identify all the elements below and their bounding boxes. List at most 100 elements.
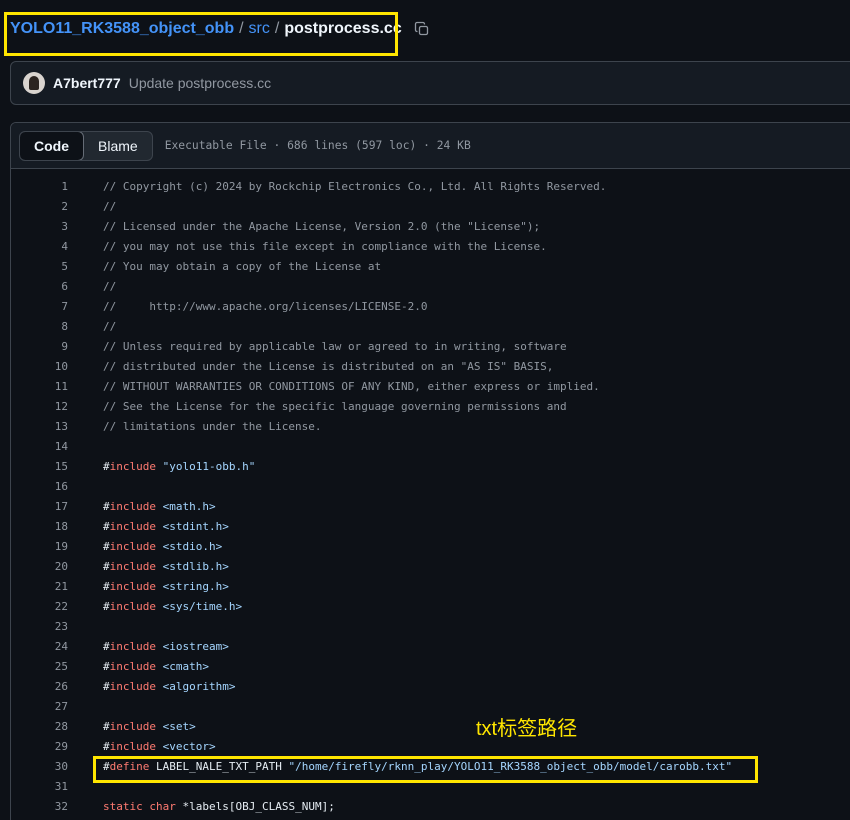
line-number[interactable]: 19 (11, 537, 68, 557)
code-line: 28 #include <set> (11, 717, 850, 737)
code-line: 19 #include <stdio.h> (11, 537, 850, 557)
line-number[interactable]: 11 (11, 377, 68, 397)
line-source: // (103, 197, 116, 217)
code-line: 18 #include <stdint.h> (11, 517, 850, 537)
code-line: 17 #include <math.h> (11, 497, 850, 517)
code-token: // Licensed under the Apache License, Ve… (103, 220, 541, 233)
code-line: 3 // Licensed under the Apache License, V… (11, 217, 850, 237)
line-number[interactable]: 28 (11, 717, 68, 737)
code-token: // distributed under the License is dist… (103, 360, 554, 373)
code-line: 7 // http://www.apache.org/licenses/LICEN… (11, 297, 850, 317)
code-token: // Unless required by applicable law or … (103, 340, 567, 353)
line-number[interactable]: 16 (11, 477, 68, 497)
line-source: #include <iostream> (103, 637, 229, 657)
code-token: # (103, 720, 110, 733)
code-token: # (103, 580, 110, 593)
code-line: 8 // (11, 317, 850, 337)
line-source: // You may obtain a copy of the License … (103, 257, 381, 277)
line-number[interactable]: 14 (11, 437, 68, 457)
code-line: 9 // Unless required by applicable law or… (11, 337, 850, 357)
code-token: <string.h> (162, 580, 229, 593)
code-token: char (149, 800, 176, 813)
avatar[interactable] (23, 72, 45, 94)
code-line: 25 #include <cmath> (11, 657, 850, 677)
line-number[interactable]: 17 (11, 497, 68, 517)
line-number[interactable]: 13 (11, 417, 68, 437)
commit-author-link[interactable]: A7bert777 (53, 75, 121, 91)
code-token: include (109, 660, 156, 673)
code-line: 11 // WITHOUT WARRANTIES OR CONDITIONS OF… (11, 377, 850, 397)
line-source: #include <stdint.h> (103, 517, 229, 537)
code-token: <math.h> (162, 500, 216, 513)
line-number[interactable]: 5 (11, 257, 68, 277)
line-number[interactable]: 15 (11, 457, 68, 477)
line-source: #include <set> (103, 717, 196, 737)
line-number[interactable]: 10 (11, 357, 68, 377)
line-number[interactable]: 27 (11, 697, 68, 717)
code-token: // Copyright (c) 2024 by Rockchip Electr… (103, 180, 607, 193)
code-token: // See the License for the specific lang… (103, 400, 567, 413)
line-source: #include <stdio.h> (103, 537, 222, 557)
line-number[interactable]: 1 (11, 177, 68, 197)
line-number[interactable]: 7 (11, 297, 68, 317)
line-number[interactable]: 25 (11, 657, 68, 677)
line-number[interactable]: 6 (11, 277, 68, 297)
code-token: // (103, 320, 117, 333)
line-source: // limitations under the License. (103, 417, 322, 437)
breadcrumb-highlight-box (4, 12, 398, 56)
code-token: include (109, 560, 156, 573)
tab-blame[interactable]: Blame (84, 132, 152, 160)
line-number[interactable]: 24 (11, 637, 68, 657)
code-token: include (109, 520, 156, 533)
line-number[interactable]: 18 (11, 517, 68, 537)
line-source: #include <algorithm> (103, 677, 235, 697)
line-number[interactable]: 12 (11, 397, 68, 417)
line-number[interactable]: 3 (11, 217, 68, 237)
line-source: // WITHOUT WARRANTIES OR CONDITIONS OF A… (103, 377, 600, 397)
line-number[interactable]: 8 (11, 317, 68, 337)
line-number[interactable]: 2 (11, 197, 68, 217)
code-token: <stdint.h> (162, 520, 229, 533)
code-token: # (103, 680, 110, 693)
line-number[interactable]: 29 (11, 737, 68, 757)
code-token: <iostream> (162, 640, 229, 653)
code-line: 12 // See the License for the specific la… (11, 397, 850, 417)
line-number[interactable]: 9 (11, 337, 68, 357)
code-line: 32 static char *labels[OBJ_CLASS_NUM]; (11, 797, 850, 817)
code-token: include (109, 540, 156, 553)
code-line: 1 // Copyright (c) 2024 by Rockchip Elect… (11, 177, 850, 197)
line-number[interactable]: 26 (11, 677, 68, 697)
line-number[interactable]: 4 (11, 237, 68, 257)
code-token: "yolo11-obb.h" (162, 460, 256, 473)
line-number[interactable]: 32 (11, 797, 68, 817)
copy-path-icon[interactable] (414, 21, 430, 37)
tab-code[interactable]: Code (19, 131, 84, 160)
line-number[interactable]: 20 (11, 557, 68, 577)
code-token: include (109, 500, 156, 513)
line-source: #include <cmath> (103, 657, 209, 677)
line-source: #include <stdlib.h> (103, 557, 229, 577)
code-view[interactable]: 1 // Copyright (c) 2024 by Rockchip Elect… (11, 169, 850, 817)
code-token: <set> (162, 720, 196, 733)
line-source: #include <math.h> (103, 497, 216, 517)
line-number[interactable]: 23 (11, 617, 68, 637)
line-source: #include "yolo11-obb.h" (103, 457, 255, 477)
code-line: 14 (11, 437, 850, 457)
commit-message-link[interactable]: Update postprocess.cc (129, 75, 271, 91)
line-number[interactable]: 31 (11, 777, 68, 797)
line-number[interactable]: 22 (11, 597, 68, 617)
code-line: 22 #include <sys/time.h> (11, 597, 850, 617)
code-token: include (109, 580, 156, 593)
line-number[interactable]: 21 (11, 577, 68, 597)
code-token: # (103, 560, 110, 573)
line-number[interactable]: 30 (11, 757, 68, 777)
code-token: include (109, 680, 156, 693)
code-token: <stdio.h> (162, 540, 223, 553)
code-token: <vector> (162, 740, 216, 753)
code-token: // (103, 280, 117, 293)
